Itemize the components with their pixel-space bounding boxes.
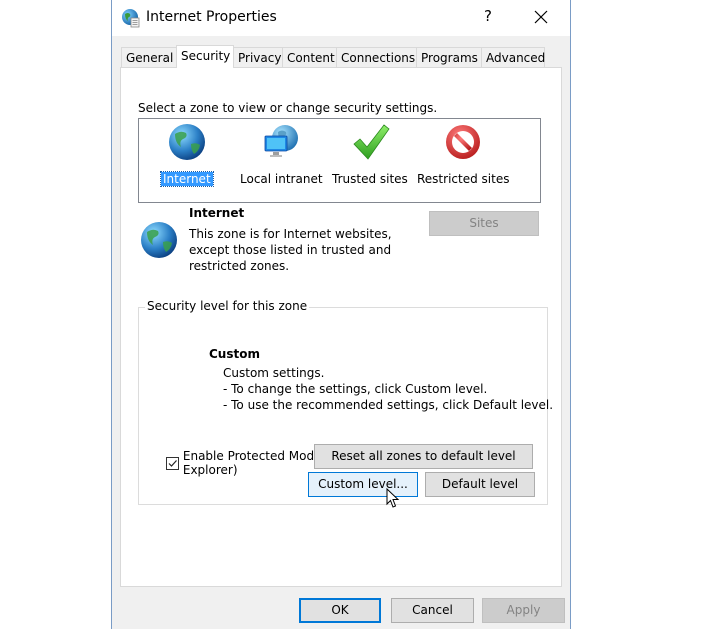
security-level-title: Security level for this zone xyxy=(145,299,310,313)
checkmark-icon xyxy=(168,459,177,467)
tab-content[interactable]: Content xyxy=(282,47,337,67)
protected-mode-checkbox[interactable] xyxy=(166,456,179,470)
security-tab-panel: Select a zone to view or change security… xyxy=(120,67,562,587)
cancel-button[interactable]: Cancel xyxy=(391,598,474,623)
ok-button[interactable]: OK xyxy=(299,598,381,623)
tab-general[interactable]: General xyxy=(121,47,177,67)
close-icon xyxy=(534,10,548,24)
apply-button[interactable]: Apply xyxy=(482,598,565,623)
zone-info-description: This zone is for Internet websites, exce… xyxy=(189,227,392,273)
tab-connections[interactable]: Connections xyxy=(336,47,417,67)
globe-icon xyxy=(141,222,177,258)
intranet-icon xyxy=(264,125,299,157)
close-button[interactable] xyxy=(530,6,552,29)
security-level-group: Security level for this zone Custom Cust… xyxy=(138,299,553,505)
default-level-button[interactable]: Default level xyxy=(425,472,535,497)
security-level-description: Custom settings. - To change the setting… xyxy=(223,366,554,412)
globe-icon xyxy=(168,124,205,160)
tab-privacy[interactable]: Privacy xyxy=(233,47,283,67)
prohibited-icon xyxy=(446,125,481,159)
checkmark-icon xyxy=(353,124,390,160)
tab-security[interactable]: Security xyxy=(176,45,234,68)
internet-properties-dialog: Internet Properties ? General Security P… xyxy=(111,0,571,629)
tab-advanced[interactable]: Advanced xyxy=(481,47,545,67)
zone-label: Local intranet xyxy=(240,172,323,186)
custom-level-button[interactable]: Custom level... xyxy=(308,472,418,497)
zone-internet[interactable]: Internet xyxy=(160,122,214,187)
zone-list: Internet Local intranet Trusted sites Re… xyxy=(138,118,541,203)
help-button[interactable]: ? xyxy=(478,7,498,25)
reset-all-zones-button[interactable]: Reset all zones to default level xyxy=(314,444,533,469)
window-title: Internet Properties xyxy=(146,9,277,25)
tab-programs[interactable]: Programs xyxy=(416,47,482,67)
security-level-name: Custom xyxy=(209,347,260,361)
internet-properties-icon xyxy=(122,9,140,28)
title-bar: Internet Properties ? xyxy=(112,0,570,36)
zone-prompt: Select a zone to view or change security… xyxy=(138,101,438,115)
zone-local-intranet[interactable]: Local intranet xyxy=(238,122,325,186)
zone-info-name: Internet xyxy=(189,206,245,220)
zone-restricted-sites[interactable]: Restricted sites xyxy=(415,122,511,186)
zone-trusted-sites[interactable]: Trusted sites xyxy=(330,122,410,186)
zone-label: Internet xyxy=(160,171,214,187)
zone-label: Trusted sites xyxy=(332,172,408,186)
sites-button[interactable]: Sites xyxy=(429,211,539,236)
zone-label: Restricted sites xyxy=(417,172,510,186)
